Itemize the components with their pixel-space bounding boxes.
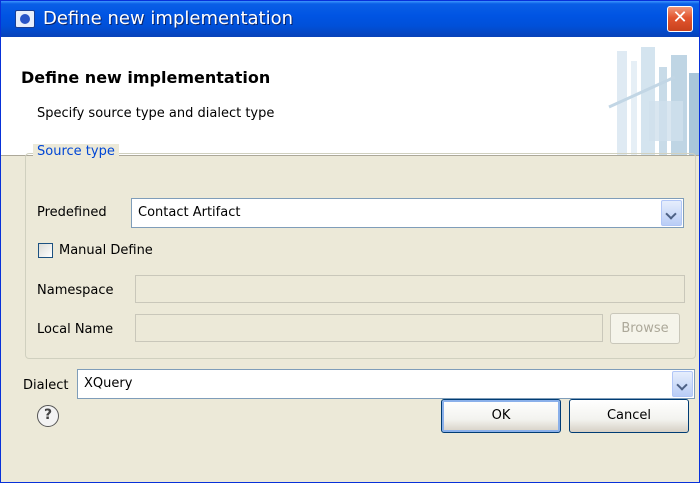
cancel-button[interactable]: Cancel [569, 399, 689, 433]
chevron-down-icon[interactable] [672, 371, 693, 397]
ok-button[interactable]: OK [441, 399, 561, 433]
manual-define-label[interactable]: Manual Define [59, 243, 153, 258]
predefined-value: Contact Artifact [138, 205, 241, 220]
window-title: Define new implementation [43, 8, 294, 29]
browse-button[interactable]: Browse [610, 313, 680, 344]
close-button[interactable]: ✕ [667, 6, 693, 32]
help-icon[interactable]: ? [37, 405, 59, 427]
dialect-combo[interactable]: XQuery [77, 369, 695, 399]
header-subtitle: Specify source type and dialect type [37, 106, 275, 121]
local-name-field[interactable] [135, 314, 603, 342]
predefined-label: Predefined [37, 205, 107, 220]
app-icon [15, 10, 35, 28]
title-bar[interactable]: Define new implementation ✕ [1, 1, 699, 37]
dialog-window: Define new implementation ✕ Define new i… [0, 0, 700, 483]
dialect-value: XQuery [84, 376, 133, 391]
dialect-label: Dialect [23, 378, 69, 393]
namespace-field[interactable] [135, 275, 685, 303]
wizard-header: Define new implementation Specify source… [1, 37, 699, 156]
manual-define-checkbox[interactable] [38, 243, 53, 258]
chevron-down-icon[interactable] [661, 200, 682, 226]
header-title: Define new implementation [21, 68, 271, 87]
predefined-combo[interactable]: Contact Artifact [131, 198, 684, 228]
namespace-label: Namespace [37, 283, 114, 298]
local-name-label: Local Name [37, 322, 114, 337]
source-type-group-label: Source type [33, 144, 119, 159]
wizard-banner-icon [579, 37, 699, 155]
